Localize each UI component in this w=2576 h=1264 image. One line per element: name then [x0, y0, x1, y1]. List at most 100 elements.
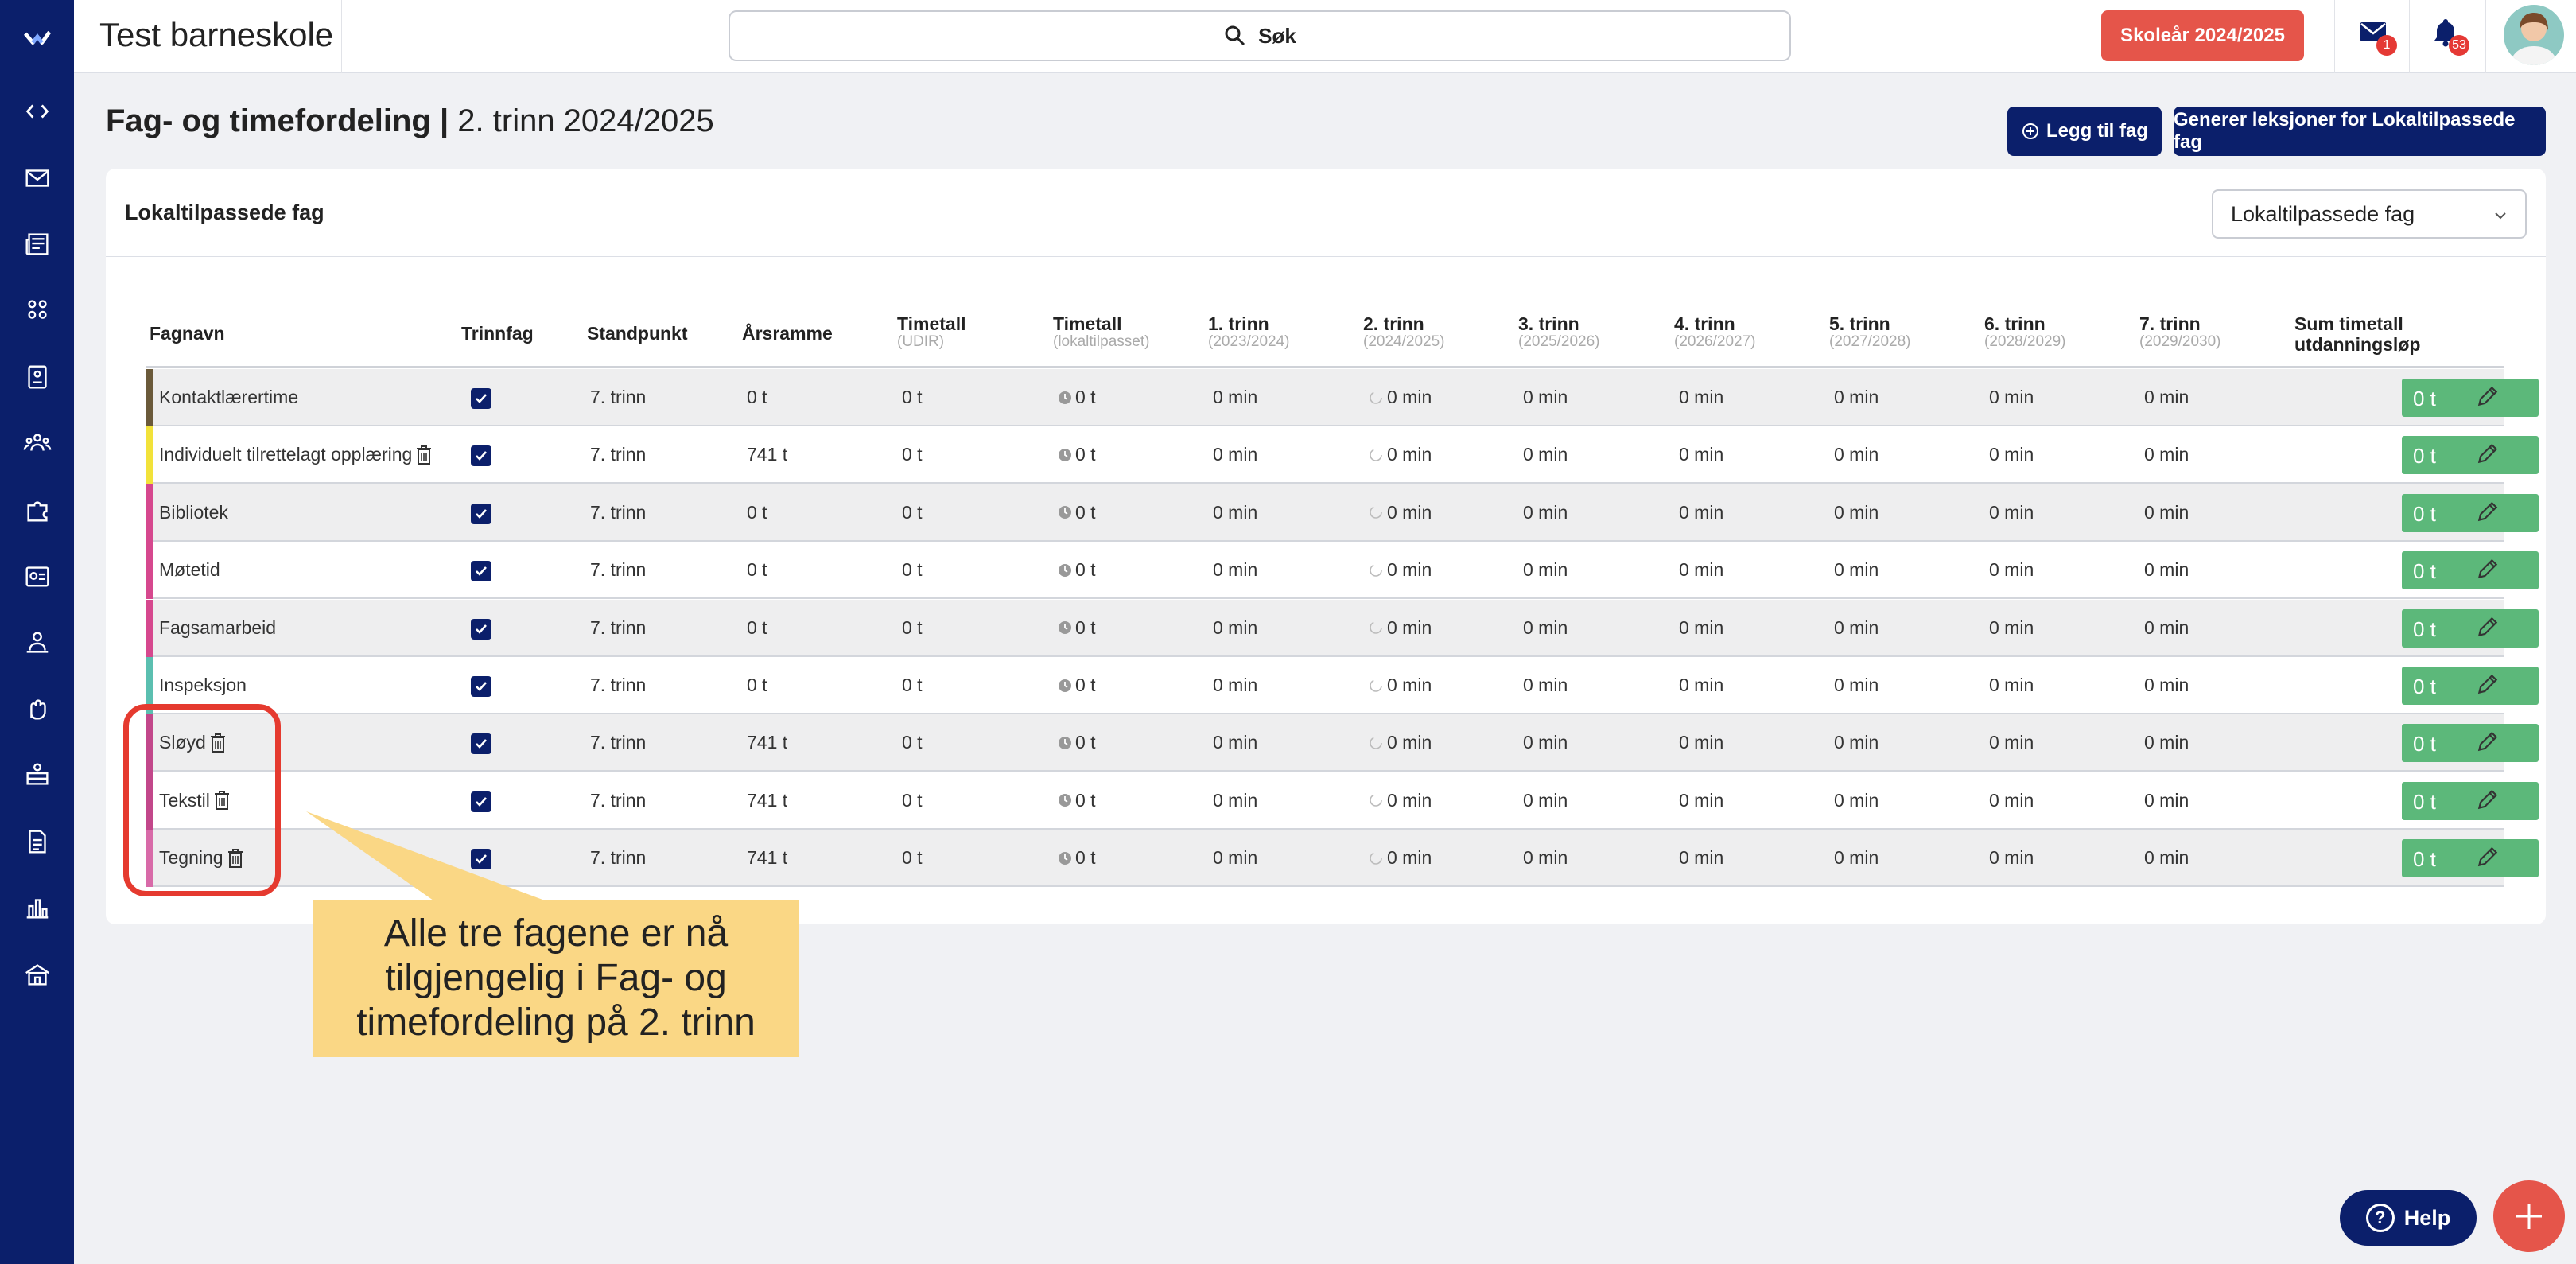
cell-t5: 0 min [1834, 559, 1879, 581]
cell-t4: 0 min [1679, 387, 1723, 408]
classroom-icon[interactable] [0, 751, 74, 799]
trinnfag-checkbox[interactable] [471, 733, 491, 755]
trinnfag-checkbox[interactable] [471, 503, 491, 524]
cell-arsramme: 741 t [747, 444, 787, 465]
cell-arsramme: 0 t [747, 675, 767, 696]
highlight-box [123, 704, 281, 896]
help-button[interactable]: ? Help [2340, 1190, 2477, 1246]
bell-icon[interactable]: 53 [2430, 16, 2469, 56]
pencil-icon[interactable] [2475, 671, 2504, 700]
trash-icon[interactable] [415, 445, 433, 465]
expand-sidebar-icon[interactable] [0, 88, 74, 135]
trinnfag-checkbox[interactable] [471, 618, 491, 640]
cell-t6: 0 min [1989, 387, 2034, 408]
cell-value: 7. trinn [590, 501, 647, 523]
mail-nav-icon[interactable] [0, 154, 74, 202]
pencil-icon[interactable] [2475, 499, 2504, 527]
cell-t4: 0 min [1679, 502, 1723, 523]
cell-arsramme: 0 t [747, 502, 767, 523]
header-label: 3. trinn [1518, 313, 1579, 334]
subject-name: Bibliotek [159, 502, 228, 523]
cell-t5: 0 min [1834, 732, 1879, 753]
groups-icon[interactable] [0, 286, 74, 334]
cell-standpunkt: 7. trinn [590, 732, 646, 753]
school-icon[interactable] [0, 951, 74, 998]
add-fab-button[interactable] [2493, 1180, 2565, 1252]
pencil-icon[interactable] [2475, 729, 2504, 757]
pencil-icon[interactable] [2475, 441, 2504, 469]
trinnfag-checkbox[interactable] [471, 676, 491, 697]
header-trinn-6: 6. trinn (2028/2029) [1984, 313, 2065, 350]
cell-value: 0 min [1523, 675, 1568, 695]
subject-color-bar [146, 369, 153, 426]
header-sum: Sum timetall utdanningsløp [2294, 313, 2420, 355]
hand-icon[interactable] [0, 685, 74, 733]
cell-t7: 0 min [2144, 502, 2189, 523]
add-subject-button[interactable]: Legg til fag [2007, 107, 2162, 156]
mail-icon[interactable]: 1 [2357, 16, 2397, 56]
subject-type-select[interactable]: Lokaltilpassede fag [2212, 189, 2527, 239]
check-icon [476, 796, 487, 807]
cell-value: 0 min [1989, 616, 2034, 638]
cell-value: 0 min [1834, 501, 1879, 523]
cell-lokal: 0 t [1058, 617, 1096, 639]
header-label: Sum timetall [2294, 313, 2403, 334]
cell-t3: 0 min [1523, 732, 1568, 753]
pencil-icon[interactable] [2475, 787, 2504, 815]
divider [106, 256, 2546, 257]
cell-value: 0 min [1213, 387, 1258, 407]
cell-t4: 0 min [1679, 559, 1723, 581]
cell-value: 0 min [1834, 616, 1879, 638]
table-row: Møtetid 7. trinn 0 t 0 t 0 t 0 min 0 min 0 min 0… [146, 542, 2539, 600]
pencil-icon[interactable] [2475, 614, 2504, 643]
schedule-icon[interactable] [0, 552, 74, 600]
pencil-icon[interactable] [2475, 383, 2504, 412]
cell-value: 0 min [1523, 501, 1568, 523]
logo-icon[interactable] [0, 13, 74, 60]
subject-name-label: Kontaktlærertime [159, 387, 299, 407]
table-row: Inspeksjon 7. trinn 0 t 0 t 0 t 0 min 0 min 0 m… [146, 657, 2539, 714]
add-subject-label: Legg til fag [2046, 120, 2148, 142]
cell-t7: 0 min [2144, 617, 2189, 639]
cell-t6: 0 min [1989, 502, 2034, 523]
cell-udir: 0 t [902, 387, 923, 408]
news-icon[interactable] [0, 220, 74, 268]
header-sub: (lokaltilpasset) [1053, 333, 1150, 350]
cell-t3: 0 min [1523, 847, 1568, 869]
school-year-button[interactable]: Skoleår 2024/2025 [2101, 10, 2304, 61]
cell-value: 0 min [1834, 559, 1879, 581]
subject-name-label: Bibliotek [159, 501, 228, 523]
search-icon [1225, 25, 1245, 46]
cell-value: 0 min [1679, 559, 1724, 581]
generate-lessons-button[interactable]: Generer leksjoner for Lokaltilpassede fa… [2174, 107, 2546, 156]
avatar[interactable] [2504, 5, 2564, 65]
document-icon[interactable] [0, 818, 74, 865]
team-icon[interactable] [0, 419, 74, 467]
cell-value: 0 min [1679, 616, 1724, 638]
pencil-icon[interactable] [2475, 556, 2504, 585]
trinnfag-checkbox[interactable] [471, 561, 491, 582]
pencil-icon[interactable] [2475, 844, 2504, 873]
cell-value: 0 t [902, 501, 923, 523]
clock-icon [1059, 736, 1071, 749]
cell-t4: 0 min [1679, 847, 1723, 869]
trinnfag-checkbox[interactable] [471, 388, 491, 409]
header-timetall-udir: Timetall (UDIR) [897, 313, 966, 350]
cell-value: 0 min [1989, 559, 2034, 581]
trinnfag-checkbox[interactable] [471, 791, 491, 812]
trinnfag-checkbox[interactable] [471, 445, 491, 467]
search-bar[interactable]: Søk [729, 10, 1791, 61]
student-card-icon[interactable] [0, 353, 74, 401]
puzzle-icon[interactable] [0, 486, 74, 534]
cell-t2: 0 min [1368, 559, 1432, 581]
school-name: Test barneskole [99, 16, 334, 53]
sum-badge: 0 t [2402, 493, 2539, 532]
cell-t1: 0 min [1213, 444, 1257, 465]
statistics-icon[interactable] [0, 884, 74, 931]
person-stand-icon[interactable] [0, 619, 74, 667]
cell-t6: 0 min [1989, 847, 2034, 869]
check-icon [476, 451, 487, 461]
clock-icon [1059, 794, 1071, 807]
divider [2334, 0, 2335, 73]
divider [2485, 0, 2486, 73]
